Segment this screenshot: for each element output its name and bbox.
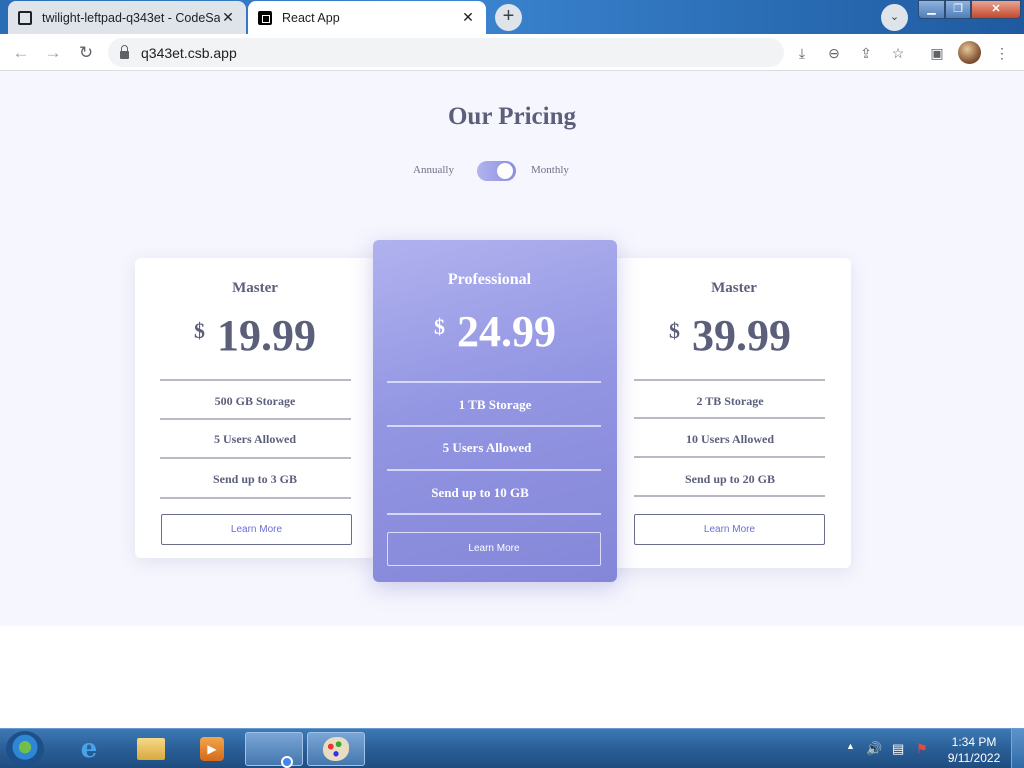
install-icon[interactable]: ⤓	[792, 43, 812, 63]
divider	[387, 425, 601, 427]
codesandbox-icon	[18, 10, 32, 25]
tab-title: React App	[282, 10, 340, 25]
price-amount: 24.99	[457, 307, 556, 356]
zoom-icon[interactable]: ⊖	[824, 43, 844, 63]
billing-period-toggle[interactable]	[477, 161, 516, 181]
divider	[387, 513, 601, 515]
system-tray: ▲ 🔊 ▤ ⚑	[0, 729, 1024, 768]
address-bar[interactable]: q343et.csb.app	[108, 38, 784, 67]
billing-toggle-row: Annually Monthly	[0, 161, 1024, 183]
minimize-button[interactable]: ▁	[918, 0, 945, 19]
feature-item: 5 Users Allowed	[442, 440, 532, 455]
toggle-label-annually: Annually	[413, 164, 454, 176]
tab-title: twilight-leftpad-q343et - CodeSa	[42, 10, 220, 25]
tab-search-button[interactable]: ⌄	[881, 4, 908, 31]
plan-price: $19.99	[135, 310, 375, 361]
react-app-icon	[258, 10, 272, 25]
learn-more-button[interactable]: Learn More	[161, 514, 352, 545]
feature-item: 500 GB Storage	[214, 394, 296, 408]
back-button[interactable]: ←	[10, 42, 32, 64]
divider	[634, 456, 825, 458]
url-text: q343et.csb.app	[141, 44, 237, 61]
plan-name: Professional	[447, 271, 532, 288]
page-title: Our Pricing	[447, 103, 576, 130]
pricing-card-master-basic: Master $19.99 500 GB Storage 5 Users All…	[135, 258, 375, 558]
taskbar-clock[interactable]: 1:34 PM 9/11/2022	[944, 734, 1004, 766]
pricing-card-professional: Professional $24.99 1 TB Storage 5 Users…	[373, 240, 617, 582]
tab-react-app[interactable]: React App ✕	[248, 1, 486, 34]
show-hidden-icons-icon[interactable]: ▲	[846, 741, 855, 751]
profile-avatar[interactable]	[958, 41, 981, 64]
feature-item: 2 TB Storage	[696, 394, 764, 408]
menu-kebab-icon[interactable]: ⋮	[992, 43, 1012, 63]
divider	[160, 379, 351, 381]
currency-symbol: $	[434, 314, 445, 339]
divider	[160, 418, 351, 420]
close-icon[interactable]: ✕	[460, 9, 476, 26]
learn-more-button[interactable]: Learn More	[634, 514, 825, 545]
toggle-knob	[497, 163, 513, 179]
clock-time: 1:34 PM	[951, 735, 997, 749]
currency-symbol: $	[669, 318, 680, 343]
feature-item: 10 Users Allowed	[686, 432, 774, 446]
close-icon[interactable]: ✕	[220, 9, 236, 26]
feature-item: Send up to 10 GB	[431, 485, 529, 500]
share-icon[interactable]: ⇪	[856, 43, 876, 63]
currency-symbol: $	[194, 318, 205, 343]
divider	[634, 495, 825, 497]
volume-icon[interactable]: 🔊	[866, 741, 882, 757]
divider	[387, 469, 601, 471]
divider	[160, 457, 351, 459]
price-amount: 39.99	[692, 311, 791, 360]
pricing-page: Our Pricing Annually Monthly Master $19.…	[0, 71, 1024, 626]
network-icon[interactable]: ▤	[892, 741, 904, 757]
new-tab-button[interactable]: +	[495, 4, 522, 31]
feature-item: 5 Users Allowed	[214, 432, 296, 446]
lock-icon	[120, 44, 129, 59]
show-desktop-button[interactable]	[1011, 729, 1024, 768]
divider	[634, 379, 825, 381]
divider	[634, 417, 825, 419]
browser-toolbar: ← → ↻ q343et.csb.app ⤓ ⊖ ⇪ ☆ ▣ ⋮	[0, 34, 1024, 71]
bookmark-star-icon[interactable]: ☆	[888, 43, 908, 63]
plan-price: $39.99	[609, 310, 851, 361]
feature-item: Send up to 3 GB	[212, 472, 298, 486]
learn-more-button[interactable]: Learn More	[387, 532, 601, 566]
windows-taskbar: e ▶ ▲ 🔊 ▤ ⚑ 1:34 PM 9/11/2022	[0, 728, 1024, 768]
toggle-label-monthly: Monthly	[531, 164, 569, 176]
feature-item: Send up to 20 GB	[684, 472, 776, 486]
clock-date: 9/11/2022	[947, 751, 1001, 765]
price-amount: 19.99	[217, 311, 316, 360]
plan-name: Master	[711, 280, 757, 296]
plan-price: $24.99	[373, 306, 617, 357]
maximize-button[interactable]: ❐	[945, 0, 971, 19]
tab-codesandbox[interactable]: twilight-leftpad-q343et - CodeSa ✕	[8, 1, 246, 34]
divider	[387, 381, 601, 383]
action-center-icon[interactable]: ⚑	[916, 741, 928, 757]
divider	[160, 497, 351, 499]
window-close-button[interactable]: ✕	[971, 0, 1021, 19]
plan-name: Master	[232, 280, 278, 296]
pricing-card-master-premium: Master $39.99 2 TB Storage 10 Users Allo…	[609, 258, 851, 568]
reload-button[interactable]: ↻	[75, 42, 97, 64]
feature-item: 1 TB Storage	[458, 397, 532, 412]
browser-tab-bar: twilight-leftpad-q343et - CodeSa ✕ React…	[0, 0, 1024, 34]
forward-button[interactable]: →	[42, 42, 64, 64]
side-panel-icon[interactable]: ▣	[927, 43, 947, 63]
